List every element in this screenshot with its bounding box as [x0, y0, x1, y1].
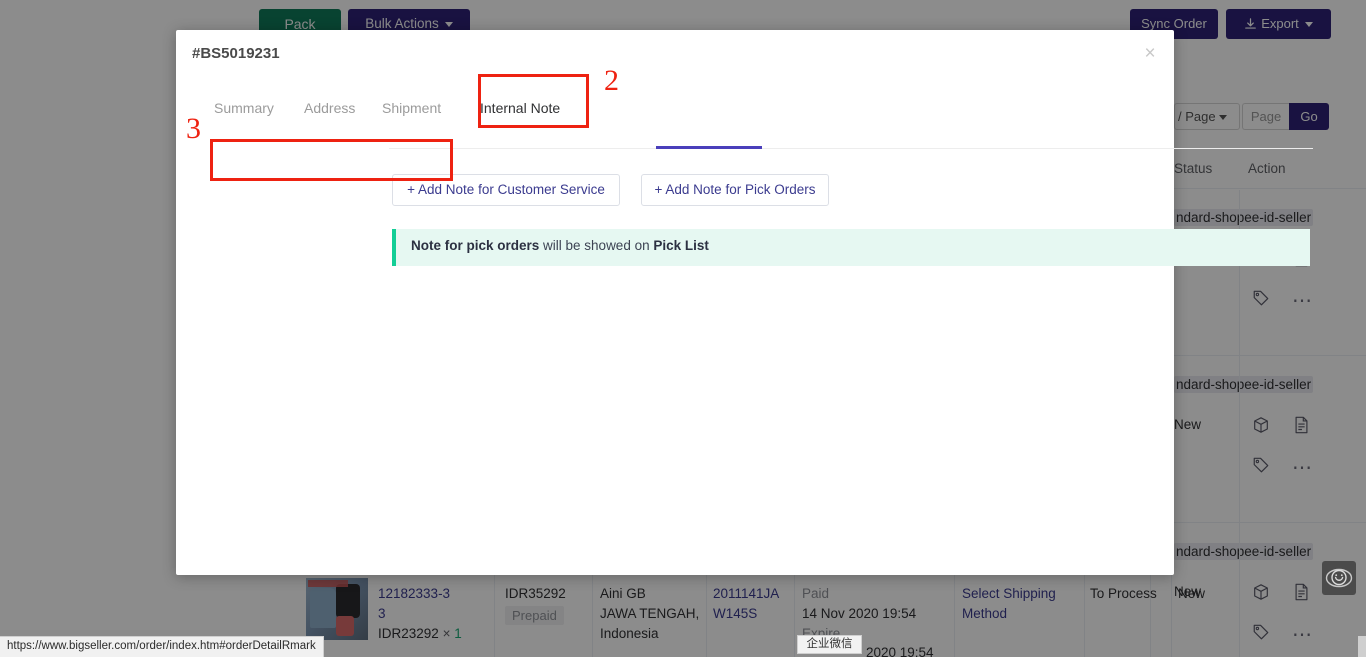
modal-tab-bar: Summary Address Shipment Internal Note — [214, 86, 1138, 132]
tab-shipment[interactable]: Shipment — [382, 86, 441, 130]
tab-address[interactable]: Address — [304, 86, 355, 130]
annotation-number-3: 3 — [186, 112, 201, 145]
order-detail-modal: #BS5019231 × Summary Address Shipment In… — [176, 30, 1313, 575]
screen: Pack Bulk Actions Sync Order Export / Pa… — [0, 0, 1366, 657]
browser-status-bar: https://www.bigseller.com/order/index.ht… — [0, 636, 324, 657]
annotation-number-2: 2 — [604, 64, 619, 97]
annotation-box-add-note-button — [210, 139, 453, 181]
annotation-box-internal-note-tab — [478, 74, 589, 128]
modal-title: #BS5019231 — [192, 45, 280, 62]
info-banner: Note for pick orders will be showed on P… — [392, 229, 1310, 266]
close-icon[interactable]: × — [1138, 42, 1162, 66]
banner-tail: Pick List — [653, 238, 709, 253]
scrollbar-thumb[interactable] — [1358, 636, 1366, 657]
active-tab-indicator — [656, 146, 762, 149]
tab-summary[interactable]: Summary — [214, 86, 274, 130]
add-note-for-pick-orders-button[interactable]: + Add Note for Pick Orders — [641, 174, 829, 206]
headset-support-icon — [1325, 568, 1353, 588]
tab-bar-divider — [389, 148, 1313, 149]
support-chat-button[interactable] — [1322, 561, 1356, 595]
banner-middle: will be showed on — [539, 238, 654, 253]
banner-lead: Note for pick orders — [411, 238, 540, 253]
wecom-tooltip: 企业微信 — [797, 635, 862, 654]
info-banner-text: Note for pick orders will be showed on P… — [411, 238, 709, 253]
